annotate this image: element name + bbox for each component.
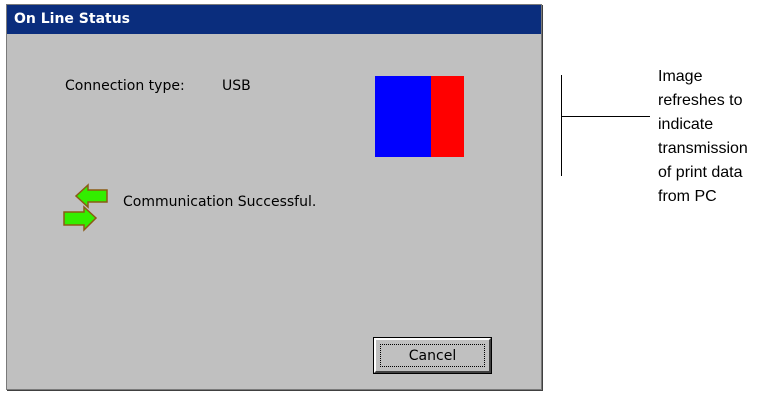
callout-line: of print data [658,164,743,181]
callout-line: from PC [658,188,717,205]
callout-pointer-line [561,116,650,117]
communication-arrows-icon [58,181,116,239]
callout-line: Image [658,68,703,85]
callout-line: indicate [658,116,714,133]
online-status-dialog: On Line Status Connection type: USB Comm… [6,4,542,390]
cancel-button[interactable]: Cancel [373,337,492,374]
connection-type-value: USB [222,78,251,94]
communication-status-text: Communication Successful. [123,194,317,210]
connection-type-label: Connection type: [65,78,185,94]
transmission-status-blue-block [375,76,431,157]
callout-line: transmission [658,140,748,157]
callout-line: refreshes to [658,92,743,109]
callout-bracket-line [561,75,562,176]
callout-annotation: Image refreshes to indicate transmission… [658,65,780,209]
dialog-title: On Line Status [14,11,131,27]
transmission-status-icon [375,76,464,157]
cancel-button-label: Cancel [380,344,485,367]
title-bar[interactable]: On Line Status [7,5,541,34]
transmission-status-red-block [431,76,464,157]
